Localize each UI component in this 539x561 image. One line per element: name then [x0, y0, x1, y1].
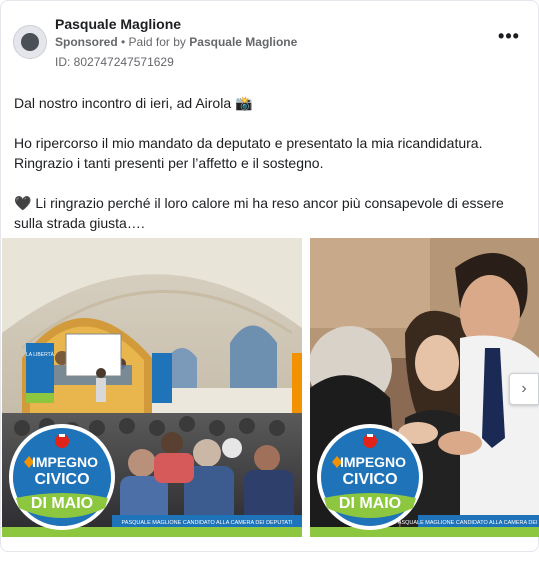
slide-2-caption: PASQUALE MAGLIONE CANDIDATO ALLA CAMERA … [395, 520, 539, 526]
chevron-right-icon: › [521, 380, 527, 397]
logo-line-1: IMPEGNO [340, 454, 406, 470]
page-avatar[interactable] [13, 25, 47, 59]
post-text: Dal nostro incontro di ieri, ad Airola 📸… [14, 93, 524, 233]
payer-name[interactable]: Pasquale Maglione [189, 35, 297, 49]
ad-card: Pasquale Maglione Sponsored • Paid for b… [0, 0, 539, 552]
paid-for-label: Paid for by [128, 35, 186, 49]
post-text-line: 🖤 Li ringrazio perché il loro calore mi … [14, 195, 504, 211]
carousel-next-button[interactable]: › [509, 373, 539, 405]
banner-left-text: LA LIBERTÀ [26, 351, 55, 358]
logo-line-1: IMPEGNO [32, 454, 98, 470]
logo-line-2: CIVICO [342, 471, 397, 488]
slide-1-caption: PASQUALE MAGLIONE CANDIDATO ALLA CAMERA … [122, 520, 293, 526]
carousel-slide-2[interactable]: PASQUALE MAGLIONE CANDIDATO ALLA CAMERA … [310, 238, 539, 537]
carousel-slide-1[interactable]: LA LIBERTÀ PASQUALE MAGLIONE CANDIDATO A… [2, 238, 302, 537]
page-name-link[interactable]: Pasquale Maglione [55, 16, 181, 32]
avatar-glyph-icon [21, 33, 39, 51]
slide-2-photo: PASQUALE MAGLIONE CANDIDATO ALLA CAMERA … [310, 238, 539, 537]
post-text-line: Ho ripercorso il mio mandato da deputato… [14, 135, 483, 151]
post-header: Pasquale Maglione Sponsored • Paid for b… [13, 11, 533, 71]
logo-name: DI MAIO [339, 495, 401, 512]
post-text-line: Dal nostro incontro di ieri, ad Airola 📸 [14, 95, 253, 111]
more-horizontal-icon[interactable]: ••• [497, 27, 521, 47]
image-carousel[interactable]: LA LIBERTÀ PASQUALE MAGLIONE CANDIDATO A… [2, 238, 539, 537]
logo-line-2: CIVICO [34, 471, 89, 488]
slide-1-photo: LA LIBERTÀ PASQUALE MAGLIONE CANDIDATO A… [2, 238, 302, 537]
post-text-line: sulla strada giusta…. [14, 215, 145, 231]
post-text-line: Ringrazio i tanti presenti per l’affetto… [14, 155, 324, 171]
sponsorship-line: Sponsored • Paid for by Pasquale Maglion… [55, 35, 297, 49]
sponsored-label: Sponsored [55, 35, 118, 49]
meta-separator: • [117, 35, 129, 49]
logo-name: DI MAIO [31, 495, 93, 512]
ad-id: ID: 802747247571629 [55, 55, 174, 69]
